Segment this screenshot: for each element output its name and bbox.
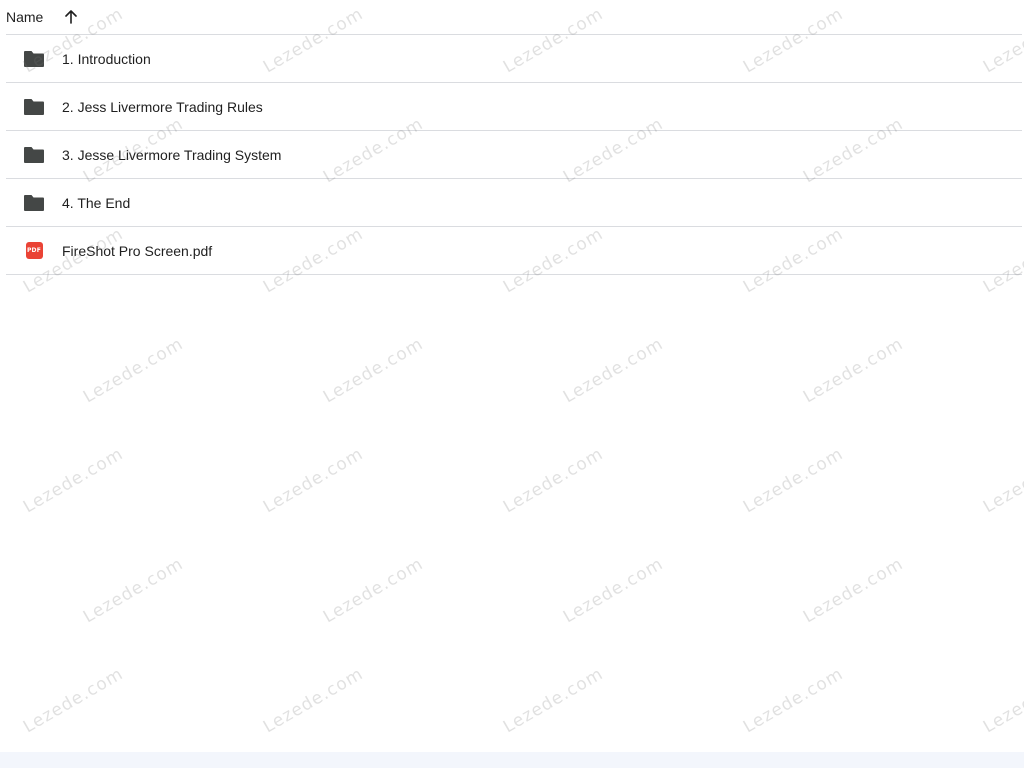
watermark-text: Lezede.com: [20, 664, 127, 738]
drive-file-browser: Name 1. Introduction 2. Jess Livermore T…: [0, 0, 1024, 768]
name-column-header[interactable]: Name: [6, 9, 43, 25]
watermark-text: Lezede.com: [320, 554, 427, 628]
folder-icon: [23, 96, 45, 118]
watermark-text: Lezede.com: [740, 664, 847, 738]
file-name: FireShot Pro Screen.pdf: [62, 242, 213, 259]
watermark-text: Lezede.com: [500, 664, 607, 738]
pdf-icon: PDF: [23, 240, 45, 262]
file-name: 4. The End: [62, 194, 131, 211]
watermark-text: Lezede.com: [560, 334, 667, 408]
file-name: 1. Introduction: [62, 50, 151, 67]
file-name: 3. Jesse Livermore Trading System: [62, 146, 282, 163]
watermark-text: Lezede.com: [260, 444, 367, 518]
watermark-text: Lezede.com: [20, 444, 127, 518]
folder-icon: [23, 144, 45, 166]
watermark-text: Lezede.com: [80, 334, 187, 408]
watermark-text: Lezede.com: [800, 554, 907, 628]
file-row-pdf[interactable]: PDF FireShot Pro Screen.pdf: [6, 227, 1022, 275]
watermark-text: Lezede.com: [80, 554, 187, 628]
watermark-text: Lezede.com: [980, 444, 1024, 518]
file-list-header: Name: [6, 0, 1022, 35]
pdf-badge: PDF: [25, 242, 43, 259]
folder-icon: [23, 192, 45, 214]
file-row-trading-rules[interactable]: 2. Jess Livermore Trading Rules: [6, 83, 1022, 131]
watermark-text: Lezede.com: [260, 664, 367, 738]
watermark-text: Lezede.com: [740, 444, 847, 518]
file-name: 2. Jess Livermore Trading Rules: [62, 98, 263, 115]
file-row-the-end[interactable]: 4. The End: [6, 179, 1022, 227]
arrow-up-icon[interactable]: [61, 7, 81, 27]
watermark-text: Lezede.com: [800, 334, 907, 408]
watermark-text: Lezede.com: [560, 554, 667, 628]
folder-icon: [23, 48, 45, 70]
watermark-text: Lezede.com: [320, 334, 427, 408]
file-row-trading-system[interactable]: 3. Jesse Livermore Trading System: [6, 131, 1022, 179]
watermark-text: Lezede.com: [500, 444, 607, 518]
watermark-text: Lezede.com: [980, 664, 1024, 738]
file-list: Name 1. Introduction 2. Jess Livermore T…: [0, 0, 1024, 275]
bottom-strip: [0, 752, 1024, 768]
file-row-introduction[interactable]: 1. Introduction: [6, 35, 1022, 83]
